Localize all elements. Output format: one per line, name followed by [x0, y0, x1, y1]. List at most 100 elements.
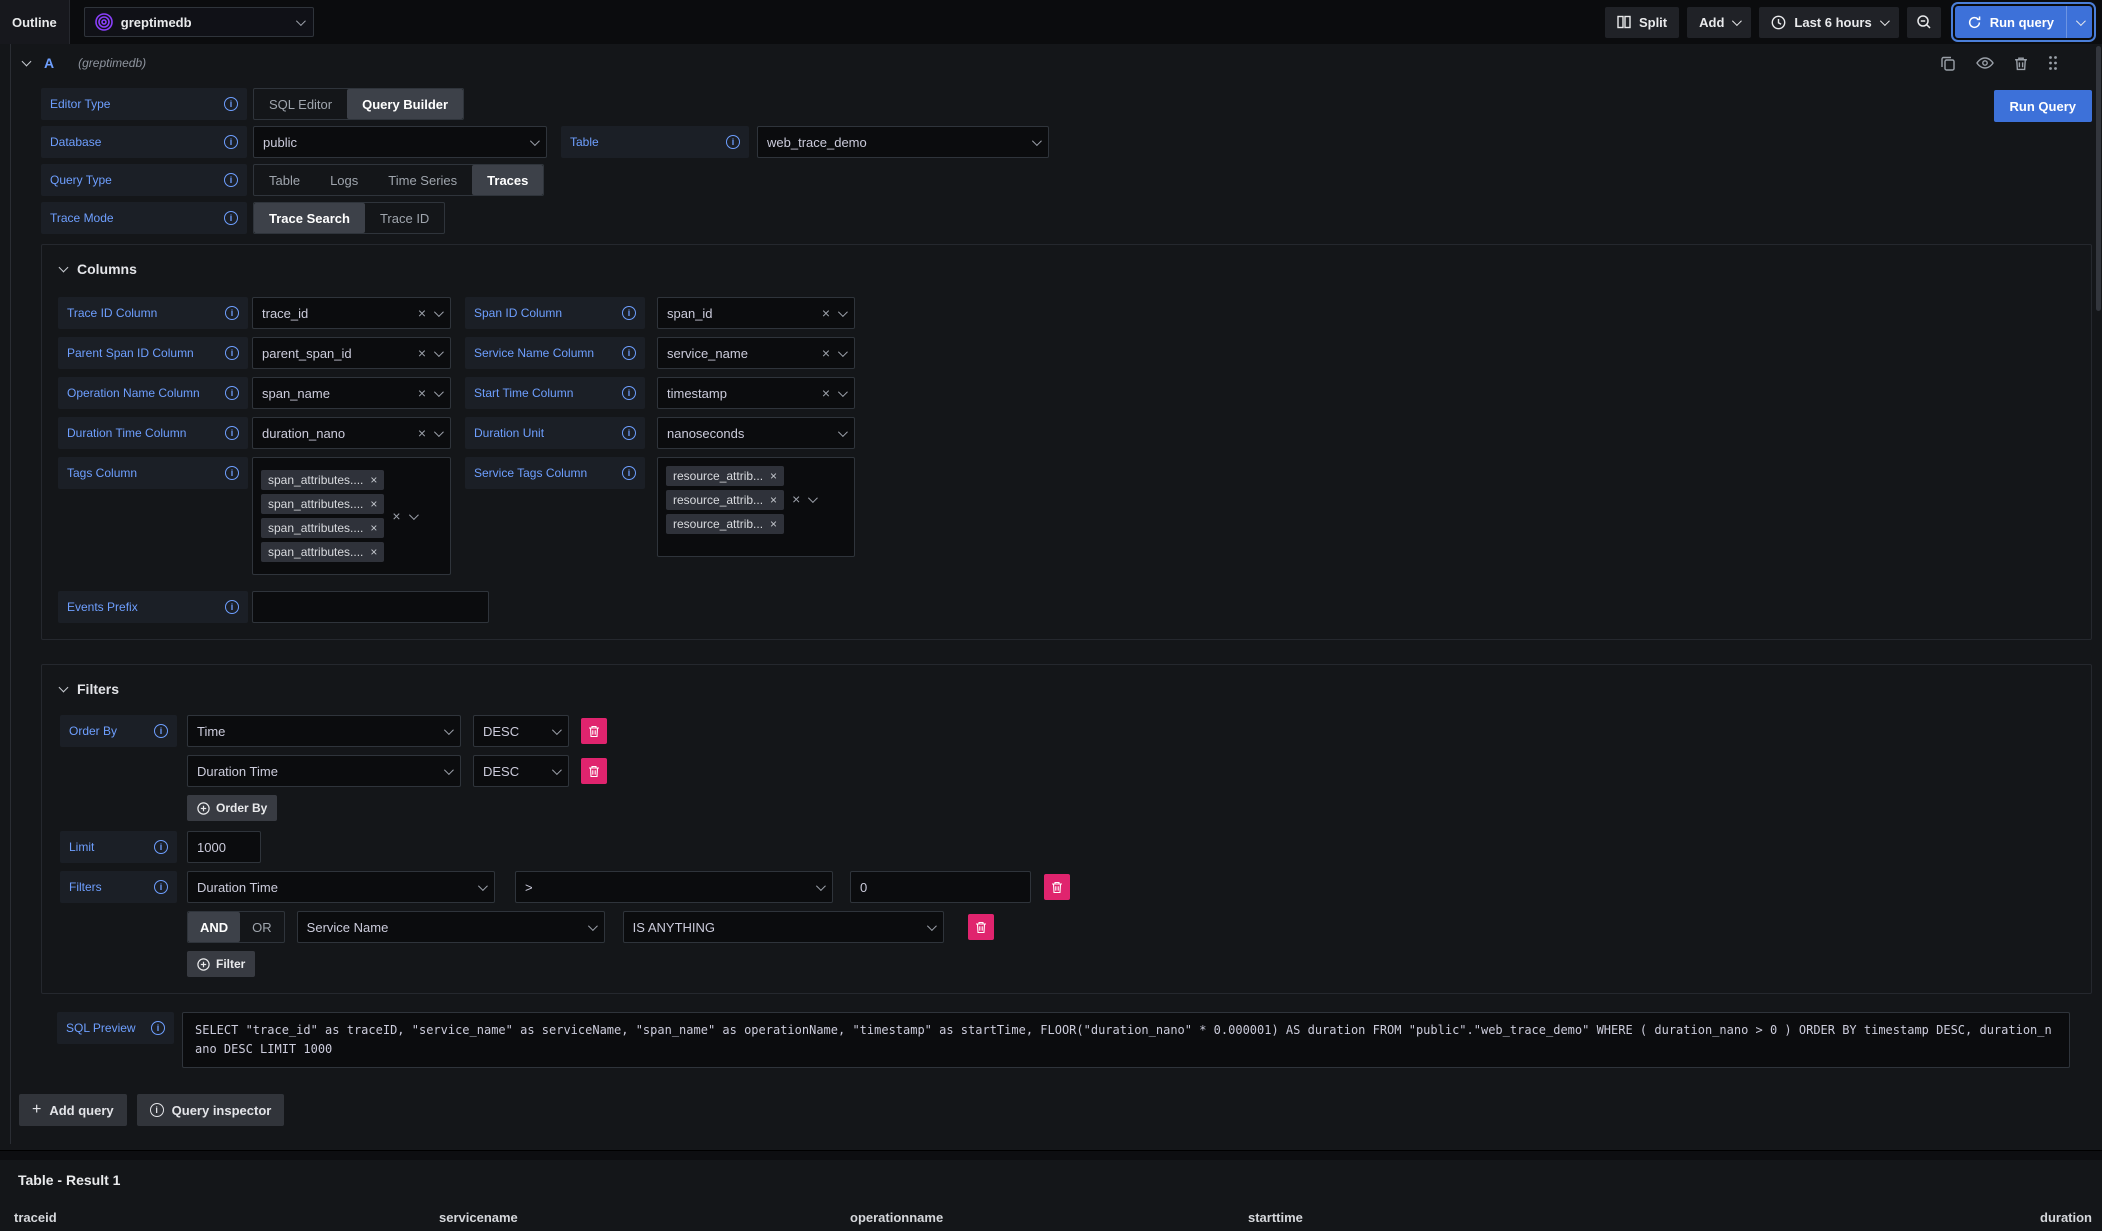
duration-time-column-select[interactable]: duration_nano ×	[252, 417, 451, 449]
info-icon[interactable]: i	[225, 426, 239, 440]
remove-chip-icon[interactable]: ×	[370, 546, 377, 558]
info-icon[interactable]: i	[154, 724, 168, 738]
remove-order-by-button[interactable]	[581, 758, 607, 784]
info-icon[interactable]: i	[225, 466, 239, 480]
clear-icon[interactable]: ×	[418, 346, 426, 360]
info-icon[interactable]: i	[622, 346, 636, 360]
info-icon[interactable]: i	[224, 211, 238, 225]
info-icon[interactable]: i	[622, 306, 636, 320]
remove-filter-button[interactable]	[968, 914, 994, 940]
order-by-field-select[interactable]: Duration Time	[187, 755, 461, 787]
filter-operator-select[interactable]: IS ANYTHING	[623, 911, 944, 943]
refresh-icon	[1967, 15, 1982, 30]
order-by-field-select[interactable]: Time	[187, 715, 461, 747]
editor-type-sql-editor[interactable]: SQL Editor	[254, 89, 347, 119]
remove-chip-icon[interactable]: ×	[370, 498, 377, 510]
info-icon[interactable]: i	[622, 386, 636, 400]
column-header-starttime[interactable]: starttime	[1234, 1202, 1655, 1231]
filter-value-input[interactable]: 0	[850, 871, 1031, 903]
info-icon[interactable]: i	[225, 386, 239, 400]
query-inspector-button[interactable]: i Query inspector	[137, 1094, 285, 1126]
drag-handle-icon[interactable]	[2048, 55, 2058, 71]
span-id-column-select[interactable]: span_id ×	[657, 297, 855, 329]
service-tags-column-multiselect[interactable]: resource_attrib...× resource_attrib...× …	[657, 457, 855, 557]
time-range-picker[interactable]: Last 6 hours	[1759, 7, 1898, 38]
column-header-duration[interactable]: duration	[1655, 1202, 2102, 1231]
info-icon[interactable]: i	[726, 135, 740, 149]
query-type-traces[interactable]: Traces	[472, 165, 543, 195]
remove-chip-icon[interactable]: ×	[370, 522, 377, 534]
clear-icon[interactable]: ×	[822, 346, 830, 360]
clear-icon[interactable]: ×	[418, 386, 426, 400]
add-dropdown-button[interactable]: Add	[1687, 7, 1751, 38]
clear-icon[interactable]: ×	[822, 306, 830, 320]
filter-operator-select[interactable]: >	[515, 871, 833, 903]
trace-mode-trace-id[interactable]: Trace ID	[365, 203, 444, 233]
limit-input[interactable]: 1000	[187, 831, 261, 863]
run-query-button[interactable]: Run query	[1955, 6, 2066, 38]
outline-button[interactable]: Outline	[0, 0, 70, 44]
remove-chip-icon[interactable]: ×	[770, 470, 777, 482]
order-by-direction-select[interactable]: DESC	[473, 715, 569, 747]
remove-order-by-button[interactable]	[581, 718, 607, 744]
editor-run-query-button[interactable]: Run Query	[1994, 90, 2092, 122]
column-header-servicename[interactable]: servicename	[425, 1202, 836, 1231]
run-query-options-button[interactable]	[2066, 6, 2092, 38]
add-order-by-button[interactable]: Order By	[187, 795, 277, 821]
filters-section-header[interactable]: Filters	[58, 677, 2075, 699]
query-type-time-series[interactable]: Time Series	[373, 165, 472, 195]
trace-id-column-select[interactable]: trace_id ×	[252, 297, 451, 329]
remove-chip-icon[interactable]: ×	[770, 518, 777, 530]
split-button[interactable]: Split	[1605, 7, 1679, 38]
clear-all-icon[interactable]: ×	[392, 509, 400, 523]
remove-filter-button[interactable]	[1044, 874, 1070, 900]
remove-chip-icon[interactable]: ×	[770, 494, 777, 506]
service-name-column-select[interactable]: service_name ×	[657, 337, 855, 369]
editor-type-query-builder[interactable]: Query Builder	[347, 89, 463, 119]
add-query-button[interactable]: + Add query	[19, 1094, 127, 1126]
parent-span-id-column-select[interactable]: parent_span_id ×	[252, 337, 451, 369]
trace-mode-trace-search[interactable]: Trace Search	[254, 203, 365, 233]
info-icon[interactable]: i	[225, 346, 239, 360]
info-icon[interactable]: i	[225, 306, 239, 320]
clear-icon[interactable]: ×	[418, 306, 426, 320]
zoom-out-button[interactable]	[1907, 7, 1941, 38]
filter-field-select[interactable]: Duration Time	[187, 871, 495, 903]
info-icon[interactable]: i	[224, 135, 238, 149]
column-header-traceid[interactable]: traceid	[0, 1202, 425, 1231]
columns-section-header[interactable]: Columns	[58, 257, 2075, 279]
or-option[interactable]: OR	[240, 912, 284, 942]
info-icon[interactable]: i	[224, 97, 238, 111]
database-select[interactable]: public	[253, 126, 547, 158]
info-icon[interactable]: i	[151, 1021, 165, 1035]
query-type-table[interactable]: Table	[254, 165, 315, 195]
table-select[interactable]: web_trace_demo	[757, 126, 1049, 158]
order-by-direction-select[interactable]: DESC	[473, 755, 569, 787]
collapse-query-icon[interactable]	[22, 57, 32, 67]
tags-column-multiselect[interactable]: span_attributes....× span_attributes....…	[252, 457, 451, 575]
disable-query-eye-icon[interactable]	[1976, 56, 1994, 70]
datasource-picker[interactable]: greptimedb	[84, 7, 314, 37]
column-header-operationname[interactable]: operationname	[836, 1202, 1234, 1231]
add-filter-button[interactable]: Filter	[187, 951, 255, 977]
info-icon[interactable]: i	[154, 840, 168, 854]
query-type-logs[interactable]: Logs	[315, 165, 373, 195]
clear-icon[interactable]: ×	[418, 426, 426, 440]
duration-unit-select[interactable]: nanoseconds	[657, 417, 855, 449]
and-option[interactable]: AND	[188, 912, 240, 942]
clear-icon[interactable]: ×	[822, 386, 830, 400]
delete-query-trash-icon[interactable]	[2014, 56, 2028, 71]
info-icon[interactable]: i	[225, 600, 239, 614]
events-prefix-input[interactable]	[252, 591, 489, 623]
duplicate-query-icon[interactable]	[1940, 55, 1956, 71]
start-time-column-select[interactable]: timestamp ×	[657, 377, 855, 409]
table-label: Table i	[561, 126, 749, 158]
info-icon[interactable]: i	[622, 466, 636, 480]
info-icon[interactable]: i	[154, 880, 168, 894]
info-icon[interactable]: i	[224, 173, 238, 187]
clear-all-icon[interactable]: ×	[792, 492, 800, 506]
info-icon[interactable]: i	[622, 426, 636, 440]
remove-chip-icon[interactable]: ×	[370, 474, 377, 486]
operation-name-column-select[interactable]: span_name ×	[252, 377, 451, 409]
filter-field-select[interactable]: Service Name	[297, 911, 605, 943]
